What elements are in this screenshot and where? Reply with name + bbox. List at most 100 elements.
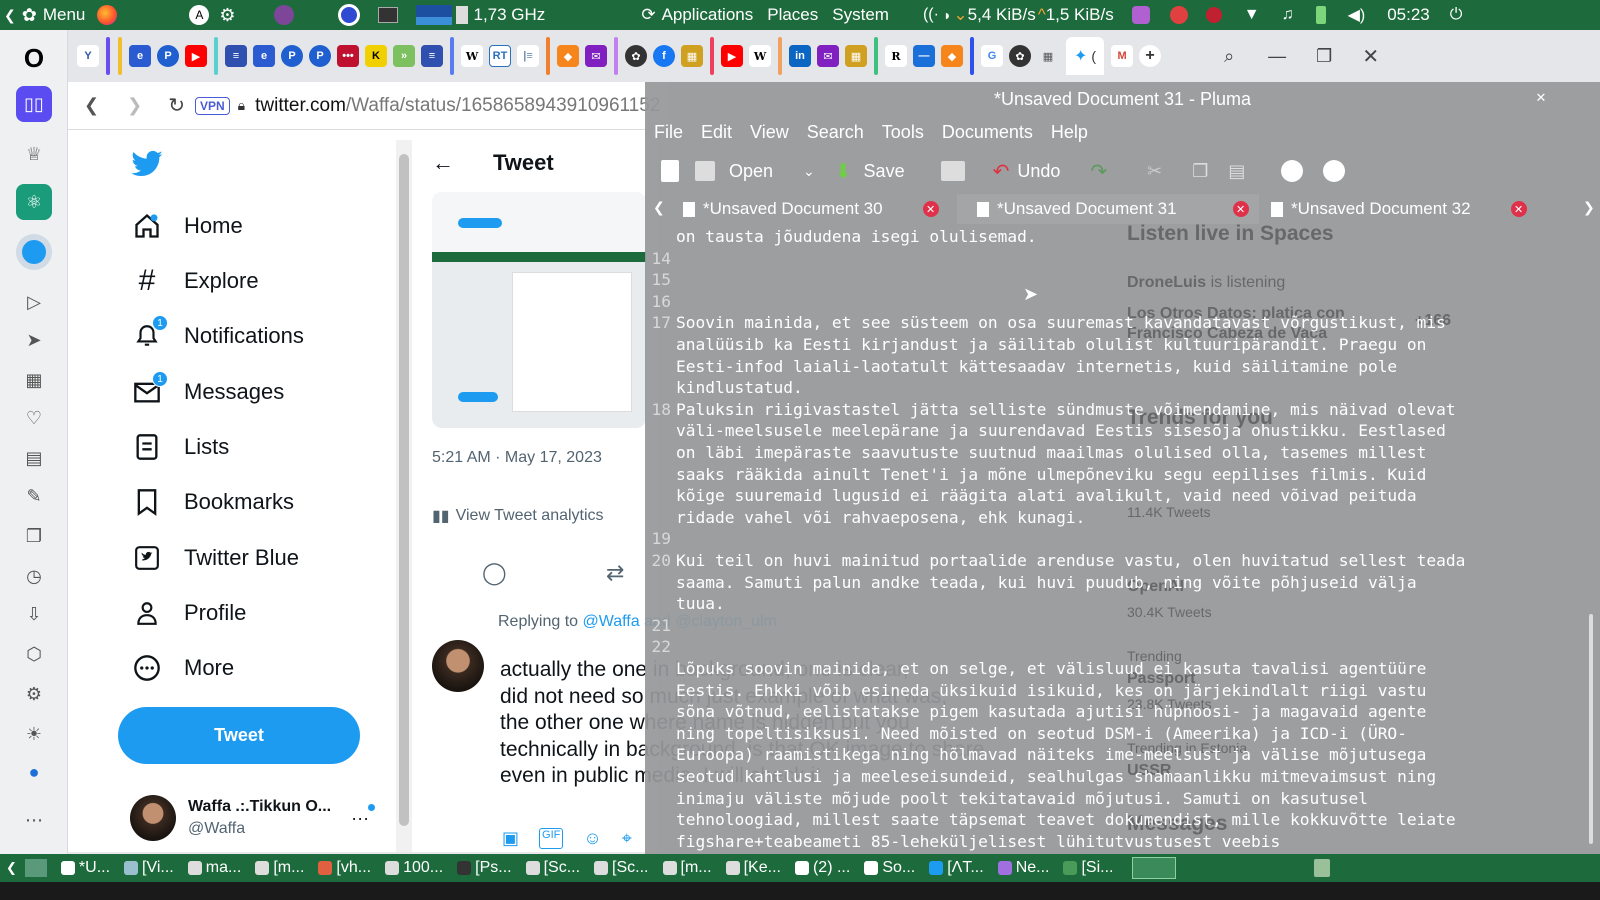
notification-bell-icon[interactable]: ♫ [1282,6,1294,24]
taskbar-window-button[interactable]: [Si... [1063,859,1114,877]
tab-linkedin-icon[interactable]: in [789,45,811,67]
tab-site-icon[interactable]: P [157,45,179,67]
minimize-button[interactable]: — [1268,46,1286,67]
tab-google-icon[interactable]: G [981,45,1003,67]
tab-site-icon[interactable]: RT [489,45,511,67]
replace-icon[interactable] [1323,160,1346,182]
tab-site-icon[interactable]: e [253,45,275,67]
places-menu[interactable]: Places [767,5,818,25]
nav-profile[interactable]: Profile [132,591,246,635]
tab-site-icon[interactable]: ▦ [681,45,703,67]
history-icon[interactable]: ◷ [16,558,52,594]
twitter-logo-icon[interactable] [130,150,164,180]
tabs-icon[interactable]: ❐ [16,518,52,554]
nav-messages[interactable]: 1 Messages [132,370,284,414]
taskbar-window-button[interactable]: ma... [187,859,241,877]
twitter-sidebar-icon[interactable] [16,234,52,270]
editor-scrollbar-thumb[interactable] [1589,614,1593,844]
tray-app-icon-3[interactable] [1205,7,1222,23]
media-icon[interactable]: ▣ [502,828,519,849]
save-icon[interactable]: ⬇ [835,159,852,184]
menu-view[interactable]: View [750,122,789,143]
volume-icon[interactable]: ◀) [1348,5,1366,25]
emoji-icon[interactable]: ☺ [583,828,601,849]
open-button-label[interactable]: Open [729,161,773,182]
settings-launcher-icon[interactable]: ⚙ [219,5,235,26]
taskbar-window-button[interactable]: [Sc... [594,859,649,877]
tab-grid-icon[interactable]: ▦ [1037,45,1059,67]
opera-launcher-icon[interactable] [337,4,360,26]
close-tab-icon[interactable]: ✕ [1232,201,1249,217]
menu-file[interactable]: File [654,122,683,143]
settings-icon[interactable]: ⚙ [16,676,52,712]
menu-button[interactable]: ❮ ✿ Menu [4,5,85,26]
chatgpt-icon[interactable]: ⚛ [16,184,52,220]
tab-metamask-icon[interactable]: ◆ [557,45,579,67]
tweet-back-button[interactable]: ← [432,150,454,176]
tray-app-icon-1[interactable] [1131,6,1150,24]
tweet-button[interactable]: Tweet [118,707,360,764]
tab-site-icon[interactable]: ✿ [625,45,647,67]
tab-researchgate-icon[interactable]: R [885,45,907,67]
undo-icon[interactable]: ↶ [993,159,1010,184]
send-icon[interactable]: ➤ [16,322,52,358]
tab-site-icon[interactable]: » [393,45,415,67]
power-icon[interactable]: ⏻ [1450,6,1463,24]
tab-youtube-icon[interactable]: ▶ [185,45,207,67]
back-button[interactable]: ❮ [84,95,99,116]
taskbar-window-button[interactable]: So... [864,859,915,877]
tab-site-icon[interactable]: K [365,45,387,67]
print-icon[interactable] [940,161,965,181]
more-sidebar-icon[interactable]: ⋯ [16,802,52,838]
crown-icon[interactable]: ♕ [16,136,52,172]
tab-metamask-icon[interactable]: ◆ [941,45,963,67]
tabs-scroll-left-icon[interactable]: ❮ [653,199,665,216]
system-menu[interactable]: System [832,5,889,25]
menu-help[interactable]: Help [1051,122,1088,143]
pluma-titlebar[interactable]: *Unsaved Document 31 - Pluma [645,82,1600,116]
editor-scrollbar[interactable] [1585,224,1597,854]
pluma-close-button[interactable]: ✕ [1533,90,1549,106]
url-field[interactable]: twitter.com/Waffa/status/165865894391096… [255,95,660,117]
taskbar-window-button[interactable]: [ΛT... [929,859,984,877]
reload-button[interactable]: ↻ [168,93,185,118]
tab-site-icon[interactable]: e [129,45,151,67]
text-editor[interactable]: on tausta jõududena isegi olulisemad. 14 1… [645,224,1600,854]
firefox-launcher-icon[interactable] [97,5,118,25]
save-button-label[interactable]: Save [864,161,905,182]
page-scrollbar[interactable] [396,140,412,852]
retweet-action-icon[interactable]: ⇄ [606,560,624,586]
tab-site-icon[interactable]: ✉ [585,45,607,67]
taskbar-window-button[interactable]: Ne... [997,859,1049,877]
close-tab-icon[interactable]: ✕ [922,201,939,217]
wifi-signal-icon[interactable]: ▼ [1244,6,1260,24]
active-tab[interactable]: ✦ ( [1066,37,1105,75]
tab-site-icon[interactable]: P [281,45,303,67]
nav-home[interactable]: Home [132,204,243,248]
tab-site-icon[interactable]: ••• [337,45,359,67]
nav-twitter-blue[interactable]: Twitter Blue [132,536,299,580]
doc-tab-31[interactable]: *Unsaved Document 31 ✕ [957,194,1259,224]
tab-site-icon[interactable]: ✿ [1009,45,1031,67]
menu-documents[interactable]: Documents [942,122,1033,143]
nav-bookmarks[interactable]: Bookmarks [132,480,294,524]
close-tab-icon[interactable]: ✕ [1510,201,1527,217]
news-icon[interactable]: ▤ [16,440,52,476]
tab-facebook-icon[interactable]: f [653,45,675,67]
location-icon[interactable]: ⌖ [622,828,632,849]
taskbar-window-button[interactable]: [m... [662,859,712,877]
tor-launcher-icon[interactable] [273,5,294,25]
player-icon[interactable]: ▷ [16,284,52,320]
account-switcher[interactable]: Waffa .:.Tikkun O... @Waffa ··· [130,792,380,844]
redo-icon[interactable]: ↷ [1090,159,1107,184]
chat-icon[interactable]: ● [16,754,52,790]
taskbar-left-arrow-icon[interactable]: ❮ [6,860,17,876]
tab-wikipedia-icon[interactable]: W [749,45,771,67]
heart-icon[interactable]: ♡ [16,400,52,436]
apps-icon[interactable]: ▦ [16,362,52,398]
tab-wikipedia-icon[interactable]: W [461,45,483,67]
search-tabs-icon[interactable]: ⌕ [1224,46,1234,67]
nav-more[interactable]: More [132,646,234,690]
taskbar-window-button[interactable]: [vh... [318,859,371,877]
tab-site-icon[interactable]: ▦ [845,45,867,67]
